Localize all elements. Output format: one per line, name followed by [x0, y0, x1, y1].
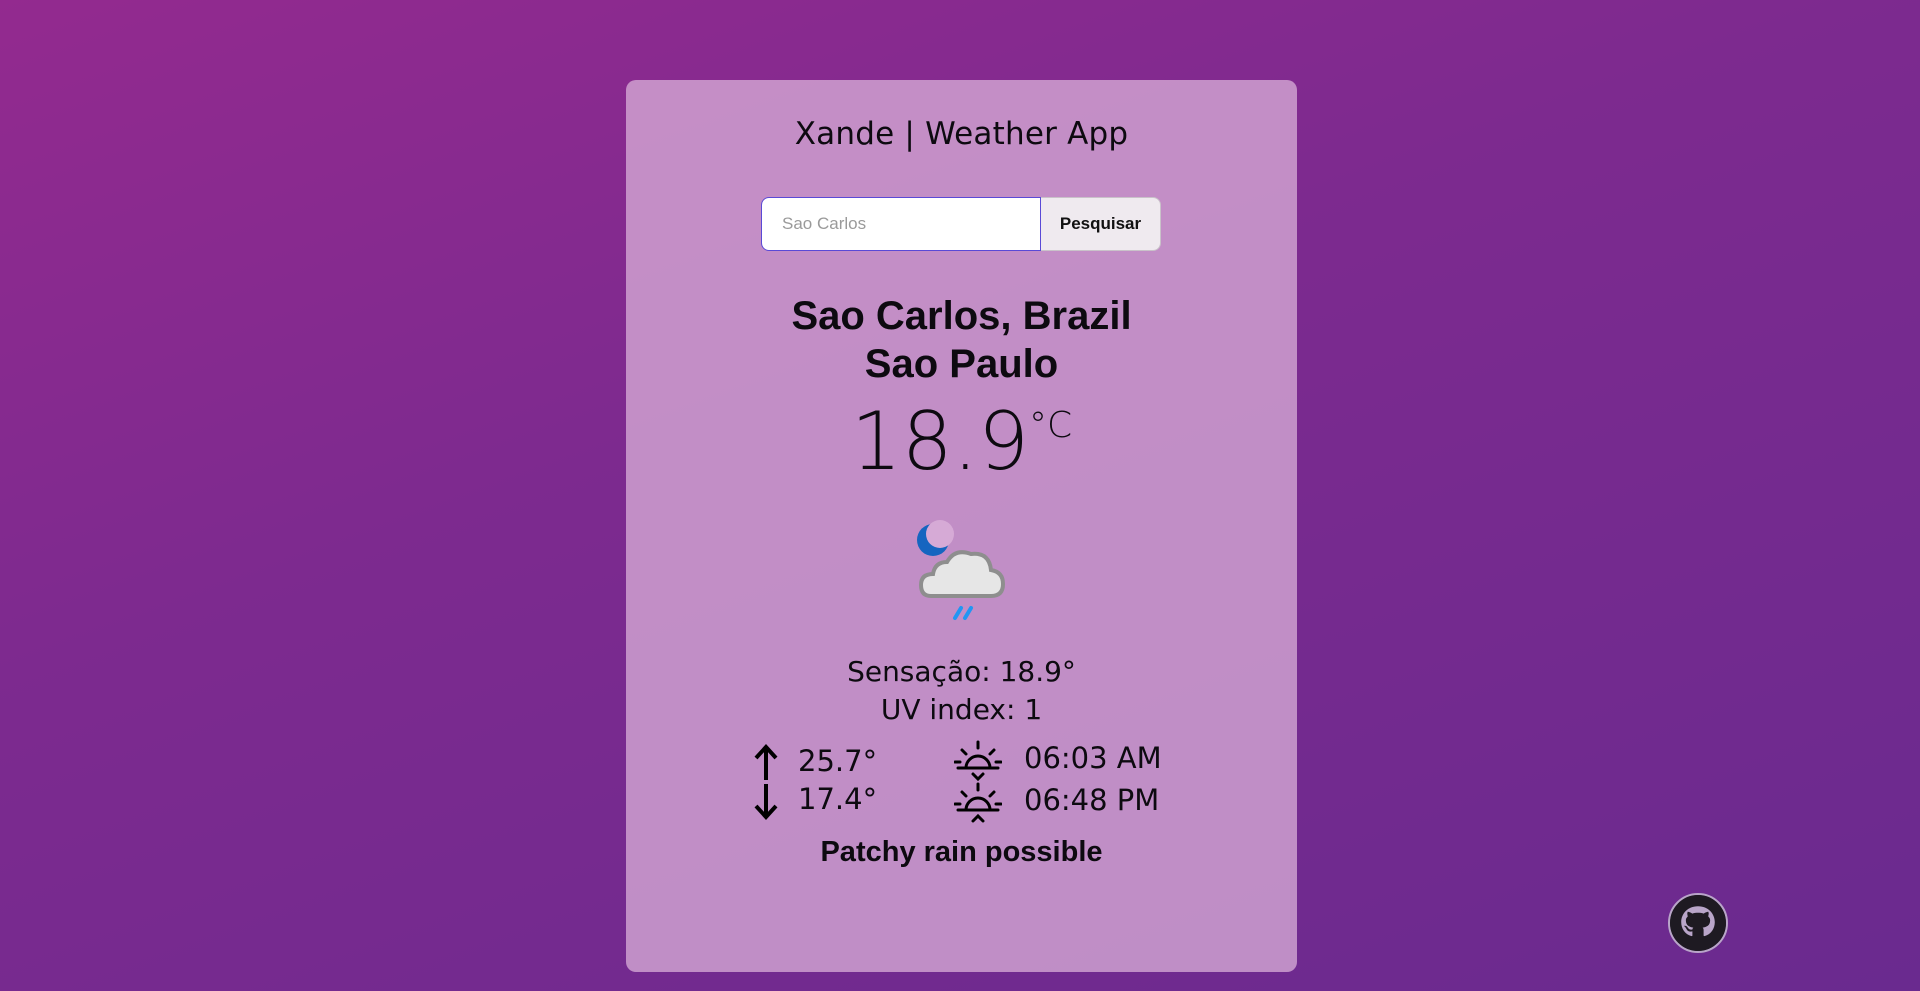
search-button[interactable]: Pesquisar: [1041, 197, 1161, 251]
sun-times: 06:03 AM 06:48 PM: [953, 738, 1184, 824]
app-title: Xande | Weather App: [794, 116, 1129, 152]
feels-like-block: Sensação: 18.9° UV index: 1: [626, 653, 1297, 729]
min-temperature: 17.4°: [798, 782, 878, 816]
sunset-time: 06:48 PM: [1024, 783, 1160, 817]
sunset-icon: [953, 780, 1003, 824]
temperature-value: 18.9: [850, 395, 1029, 488]
max-temperature: 25.7°: [798, 744, 878, 778]
sunrise-icon: [953, 738, 1003, 782]
weather-condition: Patchy rain possible: [820, 836, 1103, 868]
feels-like: Sensação: 18.9°: [847, 655, 1076, 688]
current-temperature: 18.9°C: [626, 402, 1297, 482]
location-heading: Sao Carlos, Brazil Sao Paulo: [626, 292, 1297, 388]
min-max-temperature: 25.7° 17.4°: [754, 742, 894, 822]
location-city-country: Sao Carlos, Brazil: [791, 294, 1132, 338]
search-form: Pesquisar: [761, 197, 1161, 251]
arrow-up-icon: [754, 744, 778, 782]
partly-cloudy-night-light-rain-icon: [911, 518, 1013, 630]
sunrise-time: 06:03 AM: [1024, 741, 1162, 775]
temperature-unit: °C: [1028, 405, 1073, 446]
arrow-down-icon: [754, 782, 778, 820]
github-icon[interactable]: [1668, 893, 1728, 953]
weather-card: Xande | Weather App Pesquisar Sao Carlos…: [626, 80, 1297, 972]
location-region: Sao Paulo: [864, 342, 1059, 386]
uv-index: UV index: 1: [880, 693, 1043, 726]
search-input[interactable]: [761, 197, 1041, 251]
